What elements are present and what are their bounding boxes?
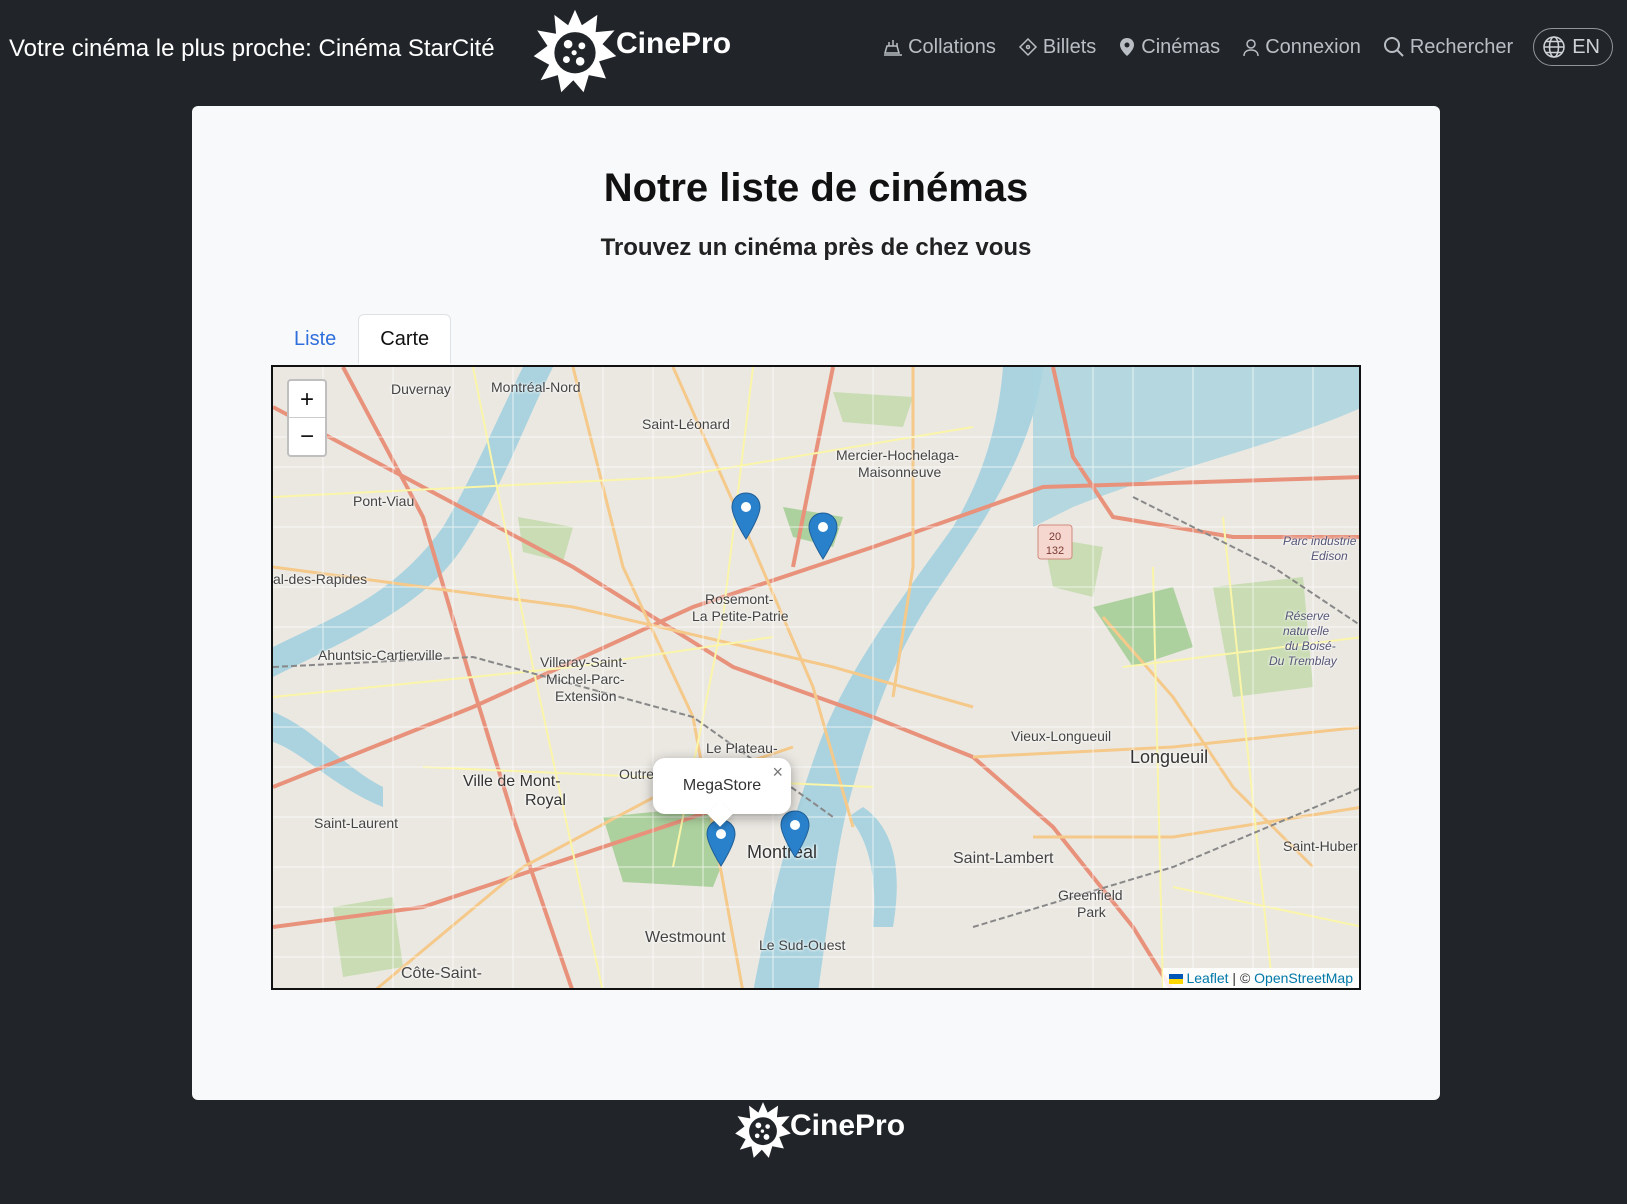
snack-icon [884, 40, 903, 56]
brand-name: CinePro [616, 27, 732, 60]
map-label: Ahuntsic-Cartierville [318, 647, 443, 663]
nav-tickets[interactable]: Billets [1018, 36, 1096, 59]
map-label: La Petite-Patrie [692, 608, 789, 624]
openstreetmap-link[interactable]: OpenStreetMap [1254, 970, 1353, 986]
cinema-marker[interactable] [808, 512, 838, 560]
map-label: Du Tremblay [1269, 654, 1337, 668]
map-label: Ville de Mont- [463, 773, 561, 790]
view-tabs: Liste Carte [272, 314, 452, 364]
nav-search[interactable]: Rechercher [1383, 36, 1513, 59]
map-label: Saint-Laurent [314, 815, 399, 831]
cinepro-logo-icon [533, 9, 617, 93]
svg-text:132: 132 [1046, 545, 1064, 557]
map-label: Villeray-Saint- [540, 654, 627, 670]
map-attribution: Leaflet | © OpenStreetMap [1163, 968, 1359, 988]
map-label: Vieux-Longueuil [1011, 728, 1112, 744]
ticket-icon [1018, 37, 1037, 57]
cinema-marker[interactable] [706, 819, 736, 867]
map-label: Michel-Parc- [546, 671, 625, 687]
cinema-list-card: Notre liste de cinémas Trouvez un cinéma… [192, 106, 1440, 1100]
nav-cinemas[interactable]: Cinémas [1118, 36, 1220, 59]
map-label: Pont-Viau [353, 493, 415, 509]
tab-list[interactable]: Liste [272, 314, 358, 364]
nav-snacks-label: Collations [908, 35, 996, 58]
map-label: Rosemont- [705, 591, 774, 607]
nearest-cinema-text: Votre cinéma le plus proche: Cinéma Star… [9, 35, 495, 62]
map-label: Maisonneuve [858, 464, 942, 480]
cinema-marker[interactable] [731, 492, 761, 540]
brand-logo-link[interactable]: CinePro [532, 8, 731, 94]
cinema-map[interactable]: 20 132 Duvernay Montréal-Nord Saint-Léon… [271, 365, 1361, 990]
globe-icon [1543, 36, 1565, 58]
map-label: Edison [1311, 549, 1348, 563]
attribution-separator: | © [1228, 970, 1255, 986]
popup-text: MegaStore [682, 777, 762, 794]
map-label: Côte-Saint- [401, 965, 482, 982]
map-label: Montréal-Nord [491, 379, 581, 395]
page-title: Notre liste de cinémas [603, 166, 1029, 210]
popup-close-button[interactable]: × [772, 762, 783, 783]
map-label: Saint-Léonard [642, 416, 730, 432]
nav-login-label: Connexion [1265, 35, 1361, 58]
zoom-in-button[interactable]: + [289, 381, 325, 418]
search-icon [1383, 37, 1404, 57]
map-label: Duvernay [391, 381, 451, 397]
ukraine-flag-icon [1169, 974, 1184, 984]
map-label: Extension [555, 688, 617, 704]
map-label: naturelle [1283, 624, 1330, 638]
language-label: EN [1572, 35, 1600, 58]
zoom-control: + − [287, 379, 327, 457]
map-label: Saint-Lambert [953, 850, 1054, 867]
map-label: Greenfield [1058, 887, 1123, 903]
map-label: Longueuil [1130, 747, 1209, 767]
cinema-marker[interactable] [780, 810, 810, 858]
tab-map[interactable]: Carte [358, 314, 452, 364]
nav-tickets-label: Billets [1042, 35, 1097, 58]
nav-cinemas-label: Cinémas [1141, 35, 1221, 58]
location-pin-icon [1120, 38, 1135, 56]
leaflet-link[interactable]: Leaflet [1186, 970, 1228, 986]
language-toggle-button[interactable]: EN [1533, 28, 1613, 66]
nav-login[interactable]: Connexion [1242, 36, 1361, 59]
map-label: du Boisé- [1285, 639, 1336, 653]
nav-search-label: Rechercher [1409, 35, 1514, 58]
map-label: Le Plateau- [706, 740, 778, 756]
map-label: al-des-Rapides [273, 571, 368, 587]
nav-snacks[interactable]: Collations [883, 36, 996, 59]
map-label: Royal [525, 792, 566, 809]
map-label: Outre [619, 766, 655, 782]
user-icon [1243, 39, 1259, 57]
main-nav: Collations Billets Cinémas Connexion Rec… [861, 28, 1613, 66]
map-tiles: 20 132 [273, 367, 1359, 988]
map-label: Mercier-Hochelaga- [836, 447, 959, 463]
svg-text:20: 20 [1049, 531, 1061, 543]
map-label: Le Sud-Ouest [759, 937, 846, 953]
map-label: Park [1077, 904, 1106, 920]
zoom-out-button[interactable]: − [289, 418, 325, 455]
header: Votre cinéma le plus proche: Cinéma Star… [0, 0, 1627, 100]
footer-brand-name: CinePro [790, 1109, 906, 1142]
cinepro-logo-icon [735, 1102, 791, 1158]
map-label: Saint-Huber [1283, 838, 1358, 854]
page-subtitle: Trouvez un cinéma près de chez vous [600, 234, 1032, 261]
map-label: Westmount [645, 929, 726, 946]
map-popup: MegaStore × [653, 758, 791, 827]
map-label: Parc industrie [1283, 534, 1357, 548]
footer-brand[interactable]: CinePro [734, 1101, 905, 1159]
map-label: Réserve [1285, 609, 1330, 623]
